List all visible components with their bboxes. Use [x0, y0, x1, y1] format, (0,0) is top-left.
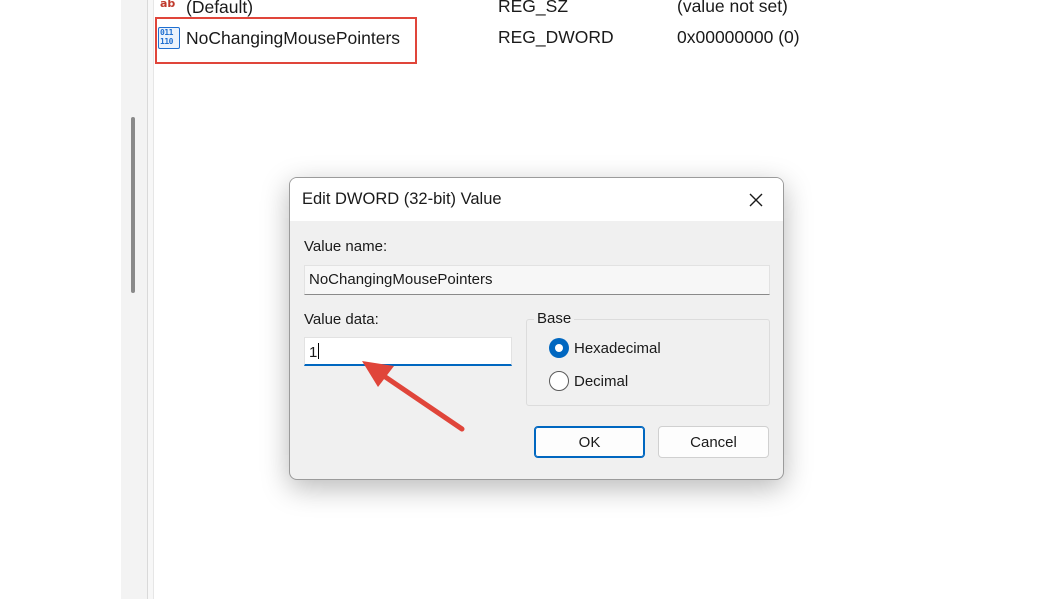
cancel-button[interactable]: Cancel	[658, 426, 769, 458]
string-value-icon: ab	[158, 0, 180, 18]
close-icon	[749, 193, 763, 207]
tree-scrollbar[interactable]	[121, 0, 147, 599]
ok-button[interactable]: OK	[534, 426, 645, 458]
value-name: (Default)	[186, 0, 254, 17]
value-data: (value not set)	[677, 0, 788, 16]
radio-unselected-icon[interactable]	[549, 371, 569, 391]
base-group	[526, 319, 770, 406]
value-data-label: Value data:	[304, 311, 379, 328]
pane-splitter[interactable]	[147, 0, 154, 599]
dialog-title: Edit DWORD (32-bit) Value	[302, 190, 502, 208]
text-caret	[318, 343, 320, 359]
annotation-highlight-box	[155, 17, 417, 64]
tree-scrollbar-thumb[interactable]	[131, 117, 135, 293]
value-name-label: Value name:	[304, 238, 388, 255]
value-type: REG_DWORD	[498, 27, 614, 47]
value-name-field: NoChangingMousePointers	[304, 265, 770, 295]
value-data: 0x00000000 (0)	[677, 27, 800, 47]
annotation-arrow-icon	[362, 361, 465, 432]
close-button[interactable]	[741, 186, 771, 214]
radio-hexadecimal[interactable]: Hexadecimal	[549, 338, 661, 358]
key-tree-pane	[0, 0, 121, 599]
radio-decimal-label: Decimal	[574, 372, 629, 390]
dialog-title-bar[interactable]: Edit DWORD (32-bit) Value	[290, 178, 783, 221]
radio-hexadecimal-label: Hexadecimal	[574, 339, 661, 357]
value-type: REG_SZ	[498, 0, 569, 16]
value-data-text: 1	[309, 344, 318, 361]
radio-decimal[interactable]: Decimal	[549, 371, 628, 391]
base-label: Base	[534, 310, 575, 327]
radio-selected-icon[interactable]	[549, 338, 569, 358]
